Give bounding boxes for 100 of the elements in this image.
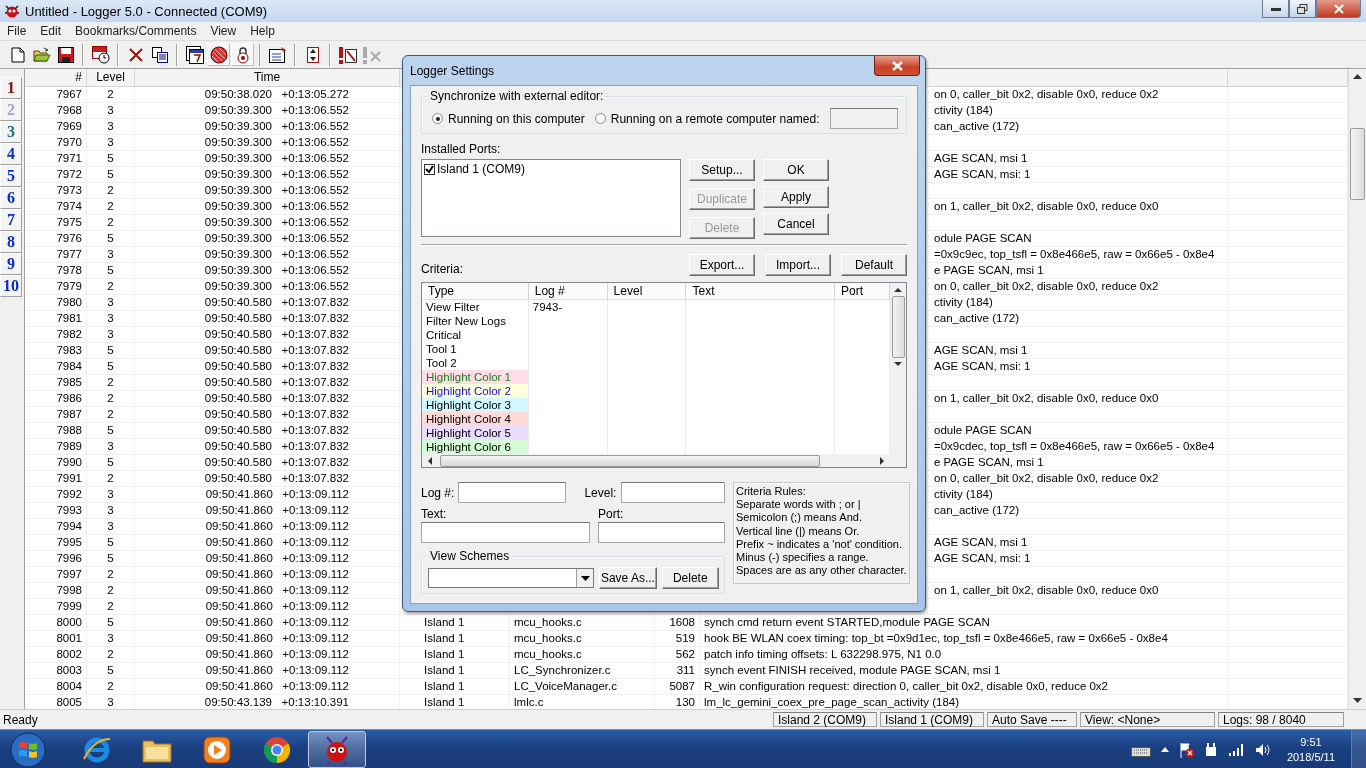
level-cell: 2 — [87, 679, 135, 694]
close-button[interactable] — [874, 56, 920, 76]
bookmark-button[interactable]: 6 — [0, 187, 22, 209]
level-cell: 2 — [87, 279, 135, 294]
vertical-scrollbar[interactable] — [1348, 69, 1366, 709]
level-cell: 3 — [87, 103, 135, 118]
scheme-button[interactable]: Save As... — [599, 567, 657, 589]
column-header[interactable]: Time — [135, 69, 400, 86]
time-cell: 09:50:39.300 +0:13:06.552 — [135, 135, 400, 150]
criteria-button[interactable]: Export... — [689, 254, 755, 276]
taskbar-app-button[interactable] — [308, 731, 366, 768]
time-cell: 09:50:41.860 +0:13:09.112 — [135, 615, 400, 630]
port-item[interactable]: Island 1 (COM9) — [424, 162, 678, 176]
show-hidden-icons-arrow-icon — [1160, 747, 1169, 752]
copy-icon — [151, 46, 168, 63]
radio-button[interactable] — [594, 113, 606, 124]
clock-date: 2018/5/11 — [1286, 749, 1335, 765]
signal-bars-icon — [1228, 743, 1245, 756]
column-header[interactable]: Log # — [528, 283, 608, 299]
scroll-thumb[interactable] — [891, 296, 905, 358]
column-header[interactable]: Level — [607, 283, 687, 299]
time-cell: 09:50:41.860 +0:13:09.112 — [135, 503, 400, 518]
log-number-cell: 7986 — [25, 391, 87, 406]
record-button[interactable] — [207, 43, 230, 66]
group-label: View Schemes — [428, 549, 512, 563]
port-field[interactable] — [598, 522, 725, 543]
scroll-thumb[interactable] — [1350, 128, 1365, 200]
restore-icon — [1297, 3, 1308, 14]
time-cell: 09:50:39.300 +0:13:06.552 — [135, 263, 400, 278]
bookmark-button[interactable]: 1 — [0, 77, 22, 99]
checkbox[interactable] — [424, 163, 435, 175]
column-header[interactable]: Level — [87, 69, 135, 86]
bookmark-button[interactable]: 3 — [0, 121, 22, 143]
dialog-button[interactable]: OK — [763, 159, 829, 181]
bookmark-button[interactable]: 4 — [0, 143, 22, 165]
bookmark-button[interactable]: 9 — [0, 253, 22, 275]
criteria-button[interactable]: Import... — [765, 254, 831, 276]
criteria-button[interactable]: Default — [841, 254, 907, 276]
bookmark-button[interactable]: 5 — [0, 165, 22, 187]
level-cell: 3 — [87, 311, 135, 326]
level-field[interactable] — [621, 482, 725, 503]
column-header[interactable]: Type — [422, 283, 529, 299]
criteria-type-label: Highlight Color 5 — [426, 427, 511, 439]
level-cell: 2 — [87, 199, 135, 214]
scroll-down-icon — [894, 362, 902, 366]
menu-item[interactable]: Help — [243, 24, 282, 38]
dialog-button[interactable]: Apply — [763, 186, 829, 208]
menu-item[interactable]: Edit — [33, 24, 69, 38]
log-number-cell: 7982 — [25, 327, 87, 342]
log-number-cell: 7974 — [25, 199, 87, 214]
scheme-button[interactable]: Delete — [661, 567, 719, 589]
computer-name-field[interactable] — [829, 108, 898, 129]
windows-logo-icon — [10, 731, 46, 768]
scroll-thumb[interactable] — [440, 454, 820, 467]
log-number-field[interactable] — [458, 482, 567, 503]
level-cell: 2 — [87, 583, 135, 598]
rule-text: Prefix ~ indicates a 'not' condition. — [736, 537, 903, 551]
level-cell: 5 — [87, 423, 135, 438]
bookmark-button[interactable]: 10 — [0, 275, 22, 297]
column-header[interactable]: Text — [686, 283, 836, 299]
text-field[interactable] — [421, 522, 590, 543]
calendar-button[interactable] — [183, 43, 206, 66]
port-action-button[interactable]: Setup... — [689, 159, 755, 181]
radio-button[interactable] — [432, 113, 443, 124]
minimize-button[interactable] — [1262, 0, 1289, 18]
clock[interactable]: 9:51 2018/5/11 — [1280, 734, 1341, 765]
column-header[interactable]: # — [25, 69, 87, 86]
time-cell: 09:50:39.300 +0:13:06.552 — [135, 183, 400, 198]
restore-button[interactable] — [1289, 0, 1316, 18]
level-cell: 2 — [87, 599, 135, 614]
criteria-type-cell: Critical — [422, 328, 529, 342]
line-cell: 519 — [655, 631, 700, 646]
file-name-cell: LC_Synchronizer.c — [510, 663, 655, 678]
port-cell: Island 1 — [400, 679, 510, 694]
level-cell: 3 — [87, 247, 135, 262]
file-name-cell: mcu_hooks.c — [510, 615, 655, 630]
scheme-dropdown[interactable] — [428, 568, 595, 588]
bookmark-button[interactable]: 7 — [0, 209, 22, 231]
log-number-cell: 7999 — [25, 599, 87, 614]
bookmark-button[interactable]: 8 — [0, 231, 22, 253]
log-number-cell: 7990 — [25, 455, 87, 470]
horizontal-scrollbar[interactable] — [422, 454, 890, 467]
log-number-cell: 7968 — [25, 103, 87, 118]
menu-item[interactable]: View — [203, 24, 244, 38]
time-cell: 09:50:40.580 +0:13:07.832 — [135, 407, 400, 422]
log-timer-button[interactable] — [89, 43, 112, 66]
menu-item[interactable]: File — [0, 24, 34, 38]
criteria-type-label: Highlight Color 3 — [426, 399, 511, 411]
vertical-scrollbar[interactable] — [890, 283, 906, 467]
criteria-type-cell: View Filter — [422, 300, 529, 314]
level-cell: 5 — [87, 151, 135, 166]
menu-item[interactable]: Bookmarks/Comments — [68, 24, 204, 38]
time-cell: 09:50:41.860 +0:13:09.112 — [135, 679, 400, 694]
lock-button[interactable] — [231, 43, 254, 66]
close-icon — [1333, 3, 1344, 14]
log-number-cell: 8002 — [25, 647, 87, 662]
time-cell: 09:50:38.020 +0:13:05.272 — [135, 87, 400, 102]
dialog-button[interactable]: Cancel — [763, 213, 829, 235]
level-cell: 5 — [87, 343, 135, 358]
log-number-cell: 7969 — [25, 119, 87, 134]
